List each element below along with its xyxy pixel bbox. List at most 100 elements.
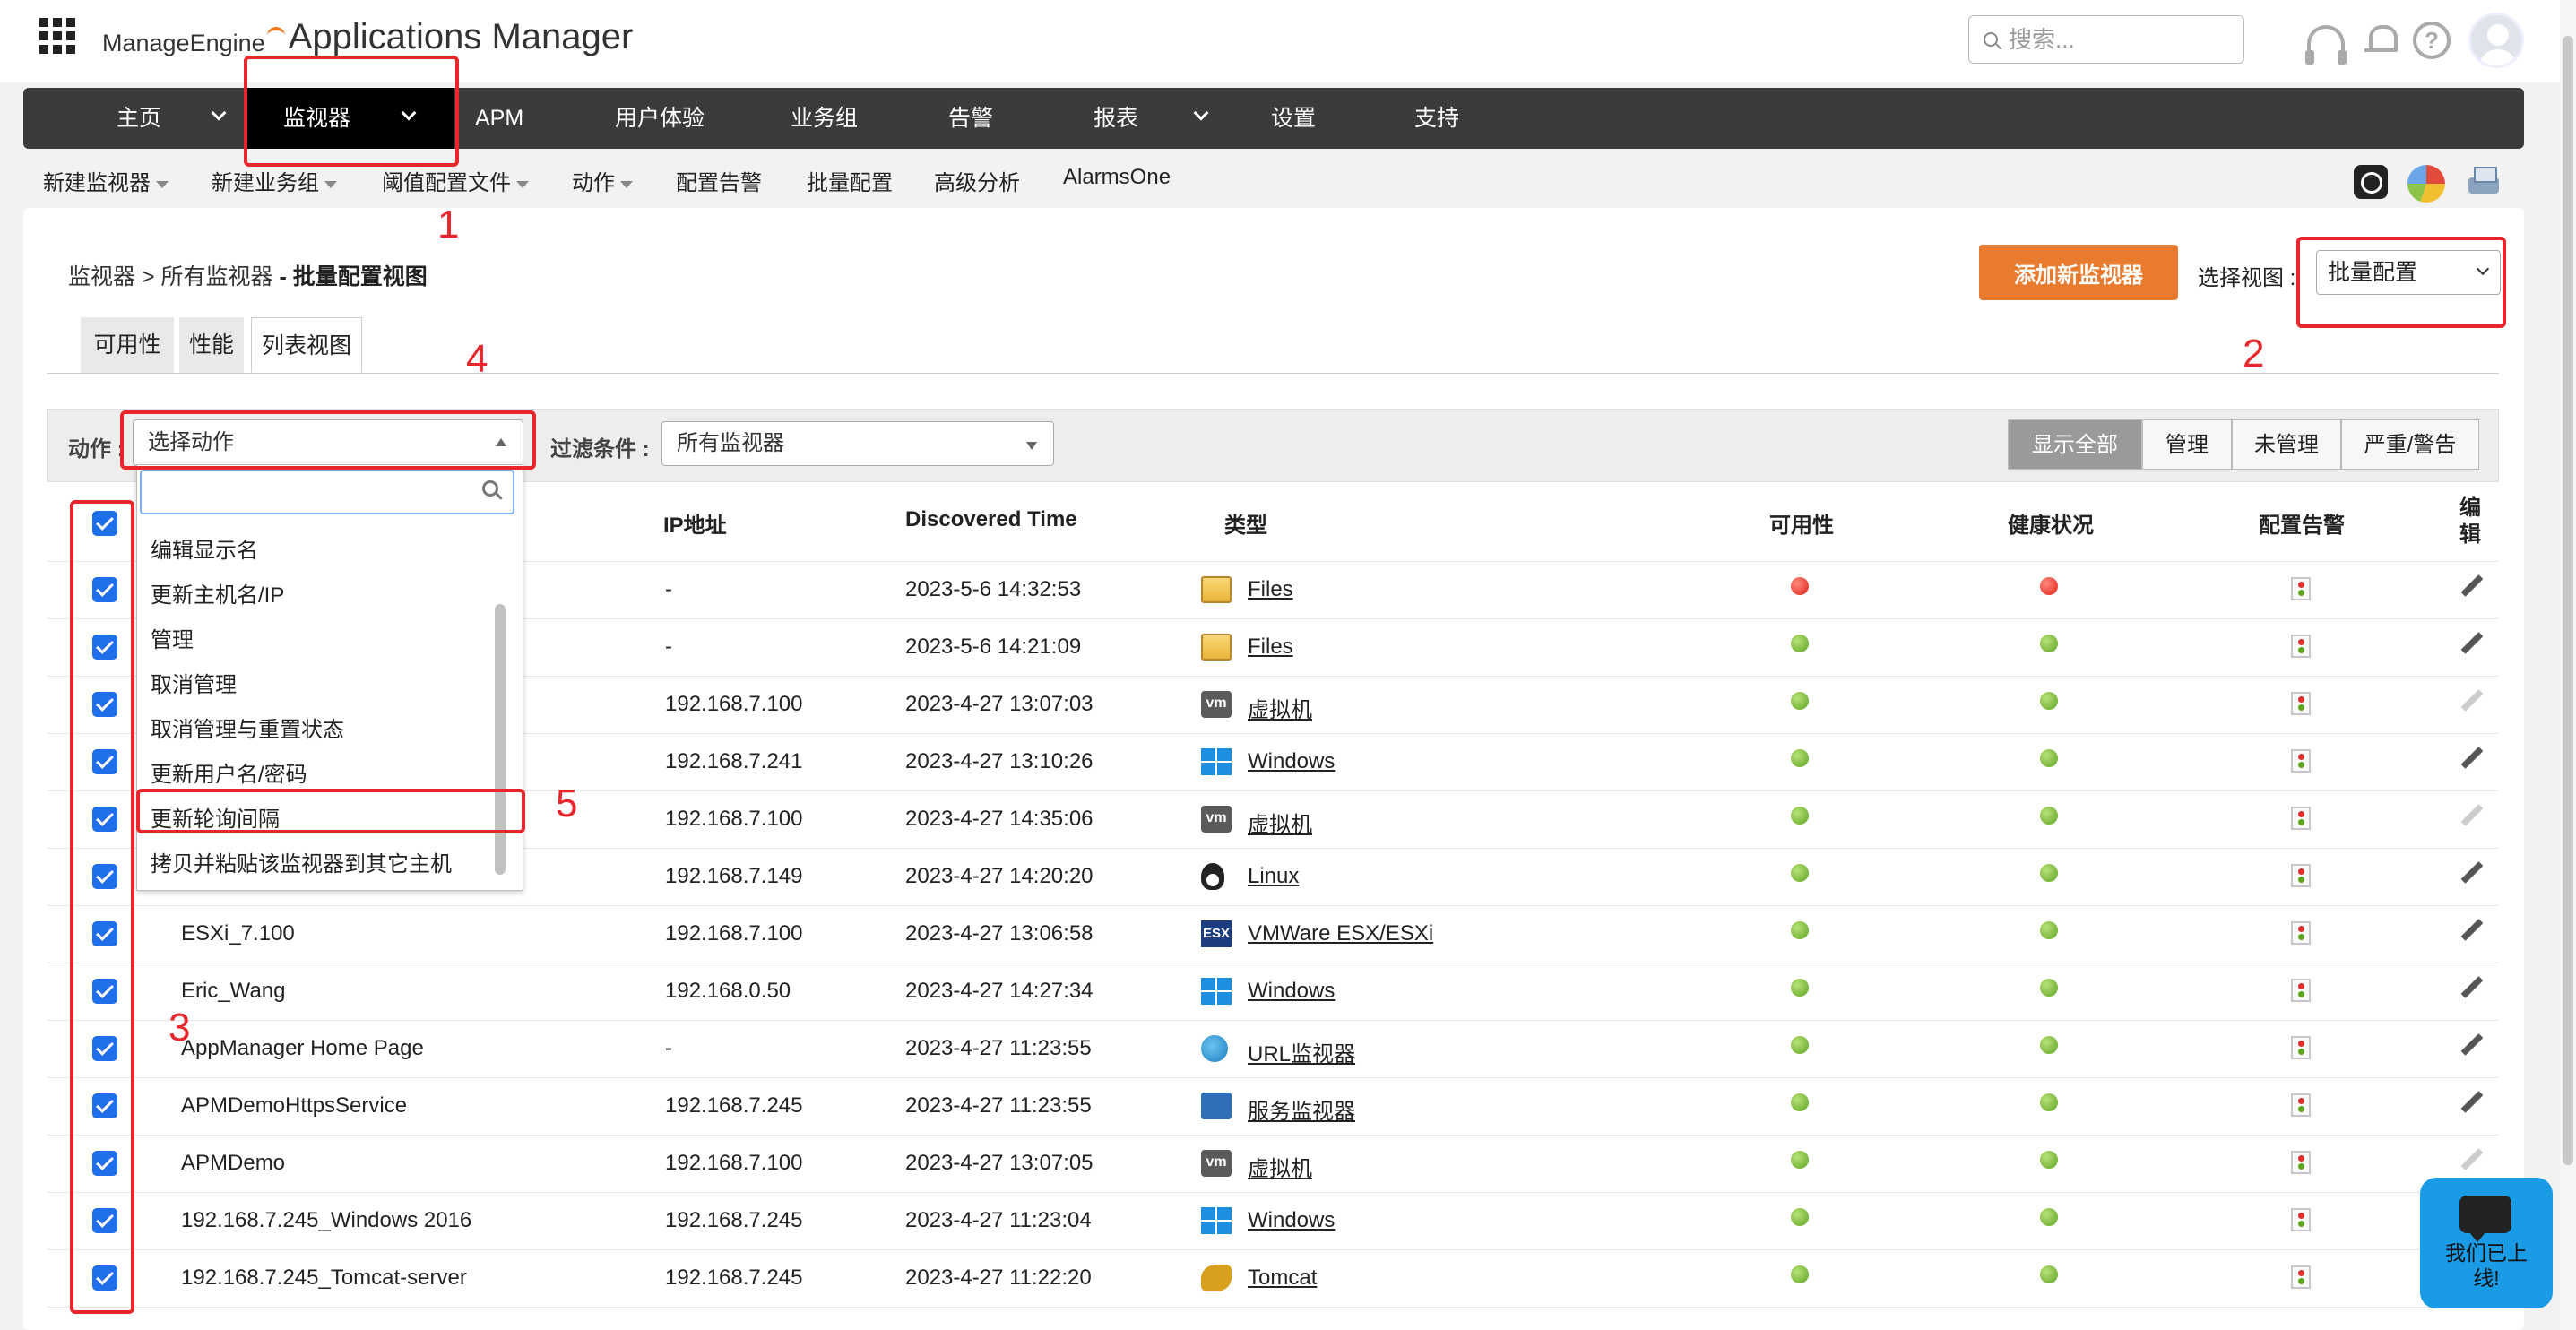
nav-item-settings[interactable]: 设置 [1271,88,1316,149]
windows-icon [1201,1207,1232,1234]
segment-critical-warning[interactable]: 严重/警告 [2341,419,2479,470]
nav-item-business-groups[interactable]: 业务组 [791,88,858,149]
subnav-threshold-profiles[interactable]: 阈值配置文件 [382,165,529,196]
col-header-alarm-config[interactable]: 配置告警 [2259,507,2345,539]
dropdown-scrollbar[interactable] [495,604,506,875]
monitor-name[interactable]: APMDemoHttpsService [181,1093,407,1118]
nav-item-support[interactable]: 支持 [1414,88,1459,149]
chevron-down-icon[interactable] [211,105,227,121]
alarm-config-icon[interactable] [2291,864,2311,887]
subnav-bulk-config[interactable]: 批量配置 [807,165,893,196]
subnav-new-monitor[interactable]: 新建监视器 [43,165,169,196]
monitor-type-link[interactable]: 服务监视器 [1248,1093,1355,1125]
dropdown-search-input[interactable] [140,470,514,514]
alarm-config-icon[interactable] [2291,577,2311,600]
dropdown-option[interactable]: 更新用户名/密码 [151,756,307,788]
avatar[interactable] [2468,13,2524,68]
windows-icon [1201,978,1232,1005]
monitor-type-link[interactable]: Windows [1248,749,1335,774]
discovered-time: 2023-5-6 14:32:53 [905,577,1082,601]
monitor-type-link[interactable]: Windows [1248,1208,1335,1233]
chevron-down-icon[interactable] [1193,105,1209,121]
monitor-type-link[interactable]: Windows [1248,979,1335,1004]
col-header-ip[interactable]: IP地址 [663,507,727,539]
alarm-config-icon[interactable] [2291,1036,2311,1059]
monitor-name[interactable]: AppManager Home Page [181,1036,424,1061]
dropdown-option[interactable]: 管理 [151,622,194,653]
alarm-config-icon[interactable] [2291,979,2311,1002]
url-icon [1201,1035,1228,1062]
col-header-type[interactable]: 类型 [1224,507,1267,539]
tab-availability[interactable]: 可用性 [81,317,174,373]
monitor-type-link[interactable]: URL监视器 [1248,1036,1355,1067]
printer-icon[interactable] [2465,165,2499,199]
dropdown-option[interactable]: 更新主机名/IP [151,577,284,609]
monitor-type-link[interactable]: 虚拟机 [1248,1151,1312,1182]
app-grid-icon[interactable] [39,18,75,54]
monitor-type-link[interactable]: VMWare ESX/ESXi [1248,921,1433,946]
col-header-health[interactable]: 健康状况 [2008,507,2094,539]
ip-address: 192.168.7.241 [665,749,803,773]
add-monitor-button[interactable]: 添加新监视器 [1979,245,2178,300]
monitor-type-link[interactable]: Files [1248,577,1293,602]
monitor-type-link[interactable]: Linux [1248,864,1299,889]
brand-logo[interactable]: ManageEngine Applications Manager [102,13,633,57]
alarm-config-icon[interactable] [2291,921,2311,945]
subnav-advanced-analytics[interactable]: 高级分析 [934,165,1020,196]
bell-icon[interactable] [2361,22,2399,59]
monitor-name[interactable]: Eric_Wang [181,979,285,1004]
availability-status-icon [1791,979,1809,997]
camera-icon[interactable] [2354,165,2388,199]
page-scrollbar-thumb[interactable] [2563,36,2573,1165]
dropdown-option[interactable]: 拷贝并粘贴该监视器到其它主机 [151,846,452,877]
subnav-new-business-group[interactable]: 新建业务组 [212,165,337,196]
nav-item-user-experience[interactable]: 用户体验 [615,88,705,149]
alarm-config-icon[interactable] [2291,749,2311,773]
ip-address: 192.168.0.50 [665,979,791,1003]
search-icon [1984,32,1998,47]
search-box[interactable] [1968,15,2244,64]
subnav-configure-alarms[interactable]: 配置告警 [676,165,762,196]
search-input[interactable] [2009,25,2224,54]
monitor-name[interactable]: APMDemo [181,1151,285,1176]
health-status-icon [2040,692,2058,710]
subnav-actions[interactable]: 动作 [572,165,633,196]
monitor-type-link[interactable]: Files [1248,635,1293,660]
breadcrumb-middle[interactable]: 所有监视器 [161,264,273,289]
breadcrumb-root[interactable]: 监视器 [68,264,135,289]
monitor-type-link[interactable]: 虚拟机 [1248,807,1312,838]
monitor-name[interactable]: 192.168.7.245_Tomcat-server [181,1265,467,1291]
dropdown-option[interactable]: 取消管理与重置状态 [151,712,344,743]
alarm-config-icon[interactable] [2291,1151,2311,1174]
nav-item-reports[interactable]: 报表 [1094,88,1138,149]
monitor-name[interactable]: 192.168.7.245_Windows 2016 [181,1208,471,1233]
nav-item-alarms[interactable]: 告警 [948,88,993,149]
alarm-config-icon[interactable] [2291,1265,2311,1289]
availability-status-icon [1791,1151,1809,1169]
monitor-name[interactable]: ESXi_7.100 [181,921,295,946]
monitor-type-link[interactable]: 虚拟机 [1248,692,1312,723]
tab-list-view[interactable]: 列表视图 [251,317,362,373]
segment-unmanaged[interactable]: 未管理 [2232,419,2341,470]
dropdown-option[interactable]: 编辑显示名 [151,532,258,564]
headset-icon[interactable] [2305,25,2347,65]
nav-item-home[interactable]: 主页 [117,88,161,149]
alarm-config-icon[interactable] [2291,635,2311,658]
col-header-availability[interactable]: 可用性 [1769,507,1834,539]
monitor-type-link[interactable]: Tomcat [1248,1265,1317,1291]
col-header-discovered-time[interactable]: Discovered Time [905,507,1077,532]
tab-performance[interactable]: 性能 [179,317,244,373]
dropdown-option[interactable]: 取消管理 [151,667,237,698]
filter-select[interactable]: 所有监视器 [661,421,1054,466]
segment-managed[interactable]: 管理 [2142,419,2232,470]
subnav-alarmsone[interactable]: AlarmsOne [1063,165,1171,190]
segment-show-all[interactable]: 显示全部 [2008,419,2142,470]
discovered-time: 2023-4-27 11:22:20 [905,1265,1092,1290]
nav-item-apm[interactable]: APM [475,88,523,149]
alarm-config-icon[interactable] [2291,1093,2311,1117]
alarm-config-icon[interactable] [2291,692,2311,715]
pie-chart-icon[interactable] [2407,165,2445,203]
alarm-config-icon[interactable] [2291,1208,2311,1231]
help-icon[interactable]: ? [2413,22,2451,59]
alarm-config-icon[interactable] [2291,807,2311,830]
